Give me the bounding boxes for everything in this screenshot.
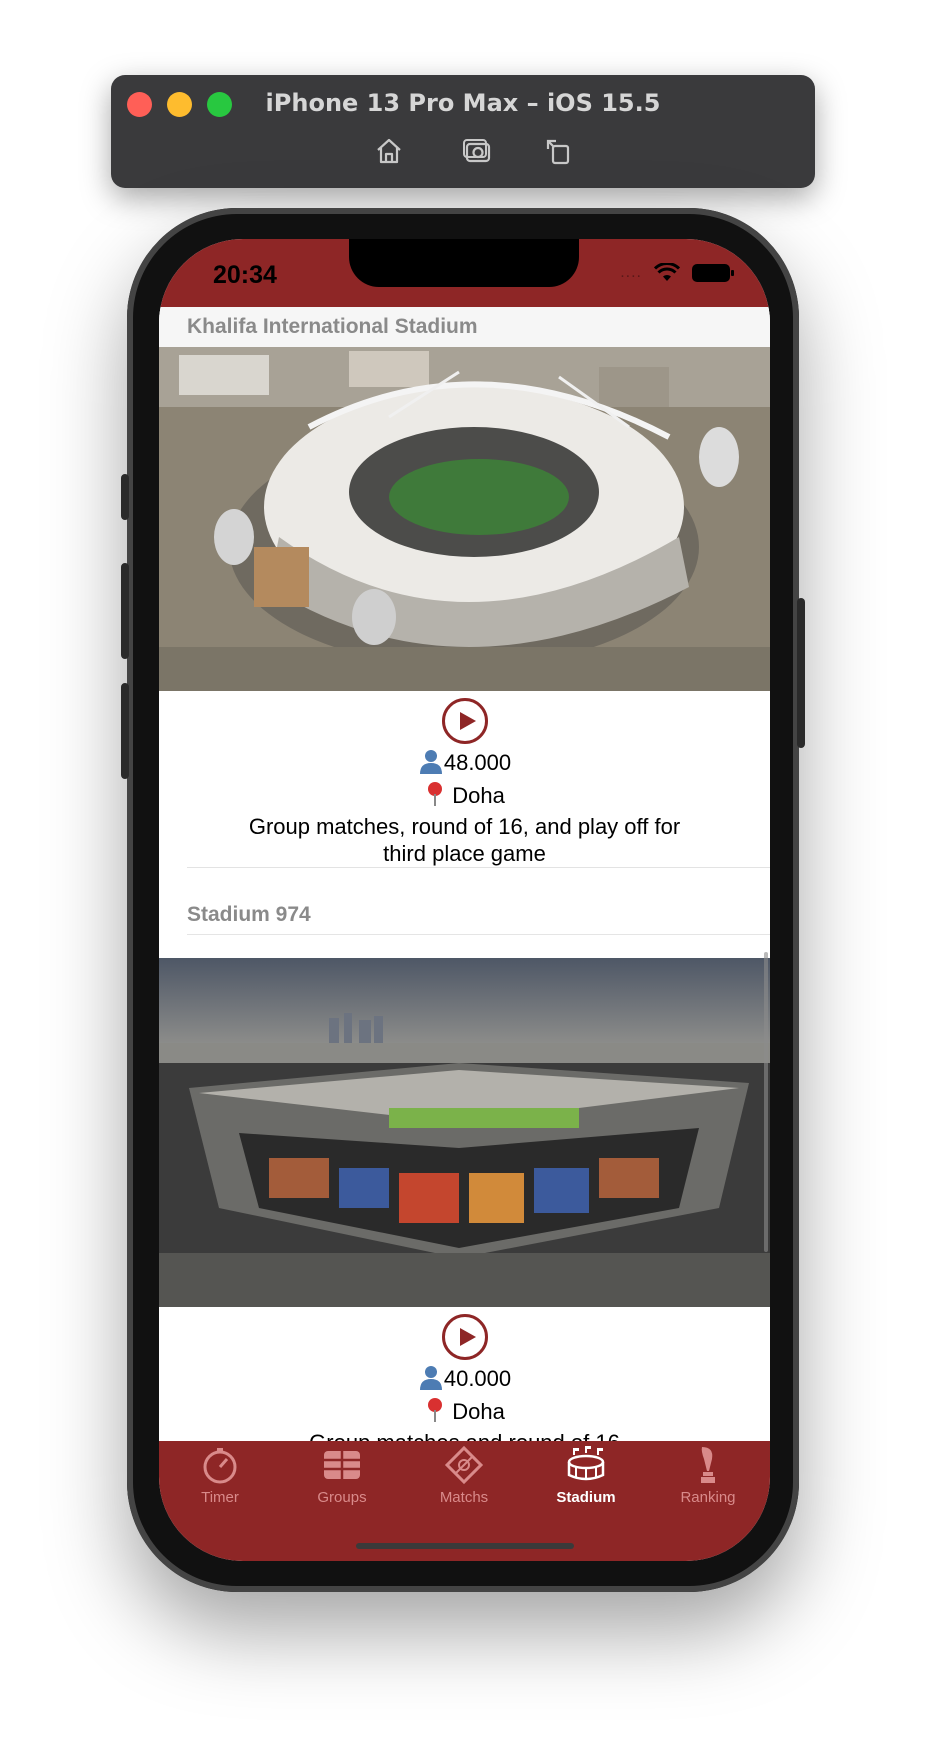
capacity-line: 40.000: [159, 1364, 770, 1392]
rotate-icon[interactable]: [543, 135, 575, 167]
pin-icon: [424, 1397, 446, 1423]
stadium-photo[interactable]: [159, 347, 770, 691]
stadium-capacity: 48.000: [443, 750, 512, 775]
simulator-window-bar: iPhone 13 Pro Max – iOS 15.5: [111, 75, 815, 188]
stadium-description: Group matches, round of 16, and play off…: [248, 814, 681, 866]
stadium-icon: [566, 1445, 606, 1485]
stadium-city: Doha: [452, 1399, 505, 1424]
person-icon: [418, 1364, 444, 1390]
capacity-line: 48.000: [159, 748, 770, 776]
mute-switch: [121, 474, 129, 520]
stadium-section-header: Stadium 974: [187, 895, 770, 935]
row-separator: [187, 867, 770, 868]
volume-down-button: [121, 683, 129, 779]
city-line: Doha: [159, 1397, 770, 1425]
stadium-city: Doha: [452, 783, 505, 808]
stadium-list[interactable]: Khalifa International Stadium 48.000 Doh…: [159, 307, 770, 1441]
play-video-button[interactable]: [442, 1314, 488, 1360]
tab-stadium[interactable]: Stadium: [525, 1441, 647, 1511]
groups-icon: [322, 1445, 362, 1485]
tab-timer[interactable]: Timer: [159, 1441, 281, 1511]
screenshot-icon[interactable]: [461, 135, 493, 167]
stadium-capacity: 40.000: [443, 1366, 512, 1391]
tab-label: Ranking: [680, 1489, 736, 1506]
status-time: 20:34: [213, 261, 277, 289]
stadium-photo[interactable]: [159, 958, 770, 1307]
trophy-icon: [688, 1445, 728, 1485]
battery-icon: [692, 264, 734, 282]
tab-label: Matchs: [439, 1489, 489, 1506]
tab-label: Groups: [317, 1489, 367, 1506]
city-line: Doha: [159, 781, 770, 809]
stadium-description: Group matches and round of 16: [229, 1429, 700, 1441]
signal-dots: ....: [620, 264, 642, 281]
tab-groups[interactable]: Groups: [281, 1441, 403, 1511]
home-indicator[interactable]: [356, 1543, 574, 1549]
timer-icon: [200, 1445, 240, 1485]
wifi-icon: [654, 263, 680, 281]
phone-screen: 20:34 .... Khalifa International Stadium: [159, 239, 770, 1561]
home-icon[interactable]: [373, 135, 405, 167]
stadium-section-header: Khalifa International Stadium: [159, 307, 770, 347]
tab-ranking[interactable]: Ranking: [647, 1441, 769, 1511]
field-icon: [444, 1445, 484, 1485]
play-video-button[interactable]: [442, 698, 488, 744]
tab-label: Timer: [201, 1489, 239, 1506]
scrollbar[interactable]: [764, 952, 768, 1252]
status-icons: ....: [620, 263, 734, 283]
camera-notch: [349, 239, 579, 287]
person-icon: [418, 748, 444, 774]
tab-matchs[interactable]: Matchs: [403, 1441, 525, 1511]
power-button: [797, 598, 805, 748]
simulator-title: iPhone 13 Pro Max – iOS 15.5: [265, 89, 661, 117]
volume-up-button: [121, 563, 129, 659]
tab-label: Stadium: [556, 1489, 616, 1506]
pin-icon: [424, 781, 446, 807]
